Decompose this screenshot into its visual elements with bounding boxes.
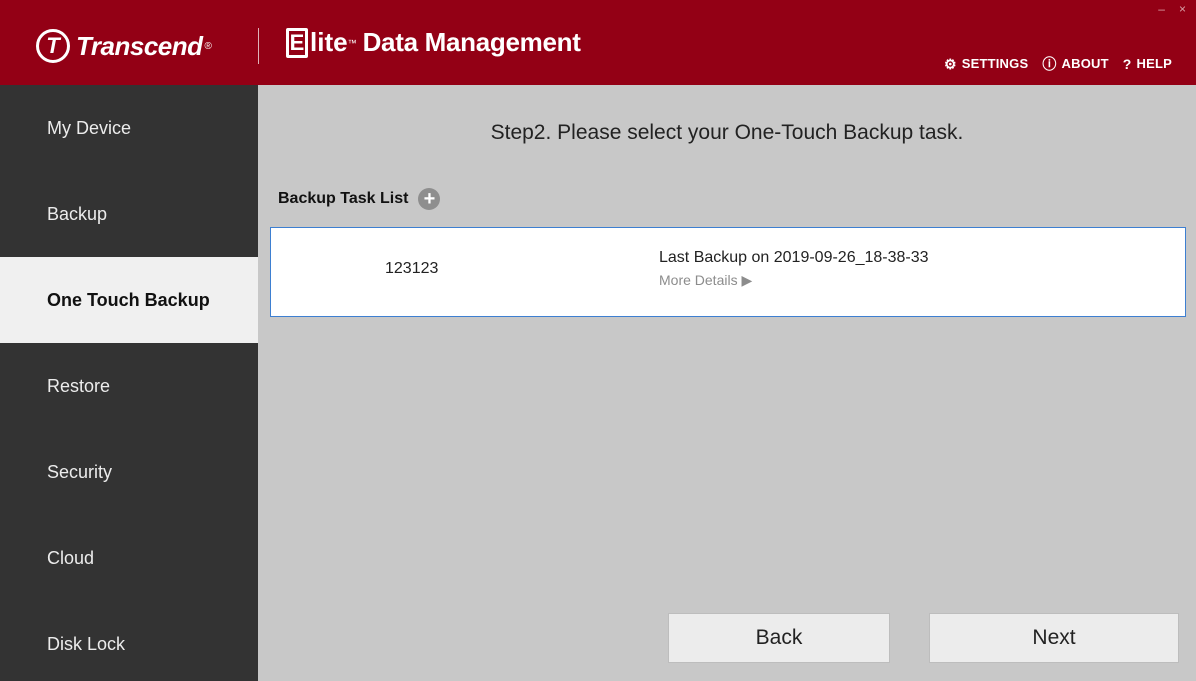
help-link[interactable]: ? HELP <box>1123 56 1172 71</box>
sidebar-item-cloud[interactable]: Cloud <box>0 515 258 601</box>
back-button[interactable]: Back <box>668 613 890 663</box>
sidebar-item-label: Restore <box>47 375 111 396</box>
top-nav: ⚙ SETTINGS ⓘ ABOUT ? HELP <box>944 56 1172 71</box>
close-button[interactable]: × <box>1179 2 1186 16</box>
main-content: Step2. Please select your One-Touch Back… <box>258 85 1196 681</box>
sidebar-item-label: Security <box>47 461 113 482</box>
registered-mark: ® <box>204 40 212 52</box>
sidebar-item-one-touch-backup[interactable]: One Touch Backup <box>0 257 258 343</box>
transcend-logo-mark: T <box>36 29 70 63</box>
about-link[interactable]: ⓘ ABOUT <box>1042 56 1108 71</box>
sidebar-item-restore[interactable]: Restore <box>0 343 258 429</box>
elite-logo-mark: E <box>286 27 308 58</box>
info-icon: ⓘ <box>1042 55 1057 72</box>
about-label: ABOUT <box>1061 56 1109 71</box>
next-button[interactable]: Next <box>929 613 1179 663</box>
sidebar-item-security[interactable]: Security <box>0 429 258 515</box>
gear-icon: ⚙ <box>943 55 957 72</box>
trademark-mark: ™ <box>347 37 357 48</box>
brand-name: Transcend <box>76 30 203 61</box>
sidebar-item-label: One Touch Backup <box>47 289 210 310</box>
task-name: 123123 <box>385 260 439 277</box>
product-lite: lite <box>310 27 348 57</box>
title-bar: T Transcend ® E lite ™ Data Management –… <box>0 0 1196 85</box>
sidebar: My Device Backup One Touch Backup Restor… <box>0 85 258 681</box>
sidebar-item-my-device[interactable]: My Device <box>0 85 258 171</box>
minimize-button[interactable]: – <box>1158 2 1165 16</box>
transcend-logo: T Transcend ® <box>36 26 212 66</box>
table-row[interactable]: 123123 Last Backup on 2019-09-26_18-38-3… <box>270 227 1186 317</box>
task-last-backup: Last Backup on 2019-09-26_18-38-33 <box>659 249 929 266</box>
backup-task-list-header: Backup Task List + <box>278 188 441 210</box>
settings-link[interactable]: ⚙ SETTINGS <box>944 56 1028 71</box>
help-label: HELP <box>1136 56 1172 71</box>
backup-task-list-label: Backup Task List <box>278 190 409 207</box>
product-name: Data Management <box>362 27 581 57</box>
title-divider <box>258 28 259 64</box>
step-title: Step2. Please select your One-Touch Back… <box>490 121 964 144</box>
sidebar-item-label: My Device <box>47 117 132 138</box>
settings-label: SETTINGS <box>961 56 1029 71</box>
sidebar-item-label: Cloud <box>47 547 95 568</box>
sidebar-item-disk-lock[interactable]: Disk Lock <box>0 601 258 681</box>
window-controls: – × <box>1158 2 1186 16</box>
add-task-icon[interactable]: + <box>418 188 441 210</box>
help-icon: ? <box>1122 55 1132 72</box>
sidebar-item-label: Backup <box>47 203 108 224</box>
more-details-link[interactable]: More Details ▶ <box>659 272 752 289</box>
sidebar-item-label: Disk Lock <box>47 633 126 654</box>
product-title: E lite ™ Data Management <box>286 27 581 58</box>
sidebar-item-backup[interactable]: Backup <box>0 171 258 257</box>
